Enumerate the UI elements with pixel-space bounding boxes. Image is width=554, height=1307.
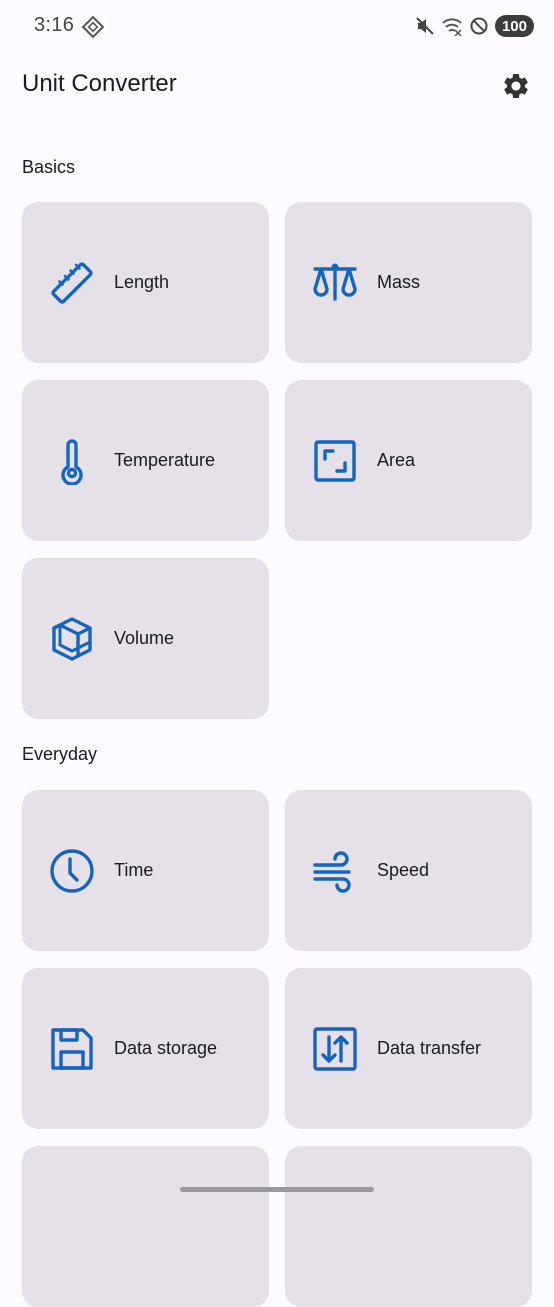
status-time: 3:16 [34, 14, 75, 36]
category-card-partial[interactable] [285, 1146, 532, 1307]
app-bar: Unit Converter [0, 54, 554, 118]
gesture-nav-handle[interactable] [180, 1187, 374, 1192]
mute-icon [415, 16, 435, 36]
transfer-arrows-icon [311, 1025, 359, 1073]
category-label: Data transfer [377, 1038, 482, 1058]
notification-icon [81, 15, 105, 39]
category-label: Data storage [114, 1038, 218, 1058]
category-card-area[interactable]: Area [285, 380, 532, 541]
category-card-time[interactable]: Time [22, 790, 269, 951]
battery-indicator: 100 [494, 15, 534, 37]
category-card-temperature[interactable]: Temperature [22, 380, 269, 541]
area-icon [311, 437, 359, 485]
category-card-data-storage[interactable]: Data storage [22, 968, 269, 1129]
page-title: Unit Converter [22, 70, 177, 97]
category-card-data-transfer[interactable]: Data transfer [285, 968, 532, 1129]
status-bar: 3:16 100 [0, 0, 554, 54]
thermometer-icon [48, 437, 96, 485]
section-title-everyday: Everyday [22, 744, 98, 764]
category-card-volume[interactable]: Volume [22, 558, 269, 719]
section-title-basics: Basics [22, 157, 76, 177]
gear-icon [504, 74, 528, 98]
do-not-disturb-icon [469, 16, 489, 36]
category-label: Time [114, 860, 154, 880]
status-icons: 100 [415, 13, 534, 39]
category-label: Speed [377, 860, 430, 880]
cube-icon [48, 615, 96, 663]
wifi-icon [441, 16, 463, 36]
category-label: Temperature [114, 450, 216, 470]
category-card-length[interactable]: Length [22, 202, 269, 363]
category-label: Volume [114, 628, 175, 648]
category-card-speed[interactable]: Speed [285, 790, 532, 951]
floppy-disk-icon [48, 1025, 96, 1073]
category-label: Length [114, 272, 170, 292]
wind-icon [311, 847, 359, 895]
ruler-icon [48, 259, 96, 307]
category-label: Area [377, 450, 416, 470]
settings-button[interactable] [500, 70, 532, 102]
category-card-partial[interactable] [22, 1146, 269, 1307]
clock-icon [48, 847, 96, 895]
scale-icon [311, 259, 359, 307]
category-label: Mass [377, 272, 421, 292]
category-card-mass[interactable]: Mass [285, 202, 532, 363]
